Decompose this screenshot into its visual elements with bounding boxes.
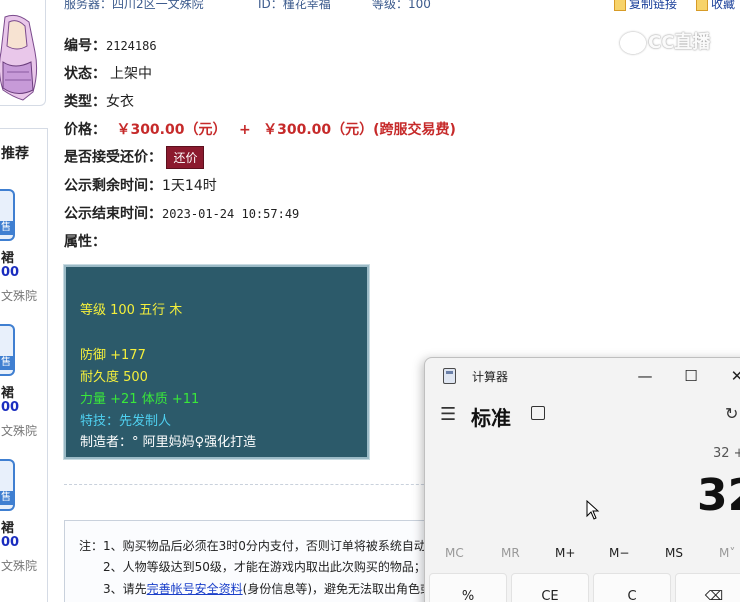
item-id-row: 编号：2124186	[64, 35, 157, 55]
type-value: 女衣	[106, 94, 134, 110]
history-icon[interactable]: ↻	[725, 404, 738, 423]
item-server: 文殊院	[1, 289, 38, 303]
item-avatar	[0, 0, 46, 106]
item-id-value: 2124186	[106, 39, 157, 53]
item-id-label: 编号：	[64, 38, 106, 54]
minimize-button[interactable]: —	[633, 364, 657, 388]
status-label: 状态：	[64, 66, 106, 82]
item-name[interactable]: 裙	[1, 247, 14, 266]
note-line-1: 注：1、购买物品后必须在3时0分内支付，否则订单将被系统自动取	[79, 539, 438, 553]
price-row: 价格： ￥300.00（元） + ￥300.00（元）(跨服交易费)	[64, 119, 456, 139]
memory-list-button[interactable]: M˅	[719, 546, 735, 560]
attr-special-skill: 特技：先发制人	[80, 414, 172, 429]
account-security-link[interactable]: 完善帐号安全资料	[147, 582, 243, 596]
item-thumbnail[interactable]: 售	[0, 459, 15, 511]
copy-link-button[interactable]: 复制链接	[614, 0, 677, 12]
watermark-logo-icon	[620, 32, 646, 54]
favorite-button[interactable]: 收藏	[696, 0, 735, 12]
item-thumbnail[interactable]: 售	[0, 324, 15, 376]
keep-on-top-icon[interactable]	[531, 406, 545, 420]
price-value: ￥300.00（元）	[116, 122, 227, 138]
note-line-2: 2、人物等级达到50级，才能在游戏内取出此次购买的物品；	[103, 560, 426, 574]
item-name[interactable]: 裙	[1, 517, 14, 536]
recommend-item[interactable]: 售 裙 00 文殊院	[0, 324, 47, 454]
item-server: 文殊院	[1, 559, 38, 573]
status-row: 状态： 上架中	[64, 63, 152, 83]
maximize-button[interactable]: ☐	[679, 364, 703, 388]
memory-recall-button[interactable]: MR	[501, 546, 520, 560]
item-thumbnail[interactable]: 售	[0, 189, 15, 241]
calculator-window: 计算器 — ☐ ✕ ☰ 标准 ↻ 32 + 32 MC MR M+ M− MS …	[424, 357, 740, 602]
server-info: 服务器：四川2区一文殊院	[64, 0, 204, 11]
calculator-titlebar[interactable]: 计算器 — ☐ ✕	[425, 358, 740, 394]
memory-add-button[interactable]: M+	[555, 546, 575, 560]
haggle-label: 是否接受还价：	[64, 149, 162, 166]
recommend-panel: 推荐 售 裙 00 文殊院 售 裙 00 文殊院 售 裙 00 文殊院	[0, 128, 48, 602]
recommend-heading: 推荐	[1, 146, 29, 162]
end-time-value: 2023-01-24 10:57:49	[162, 207, 300, 221]
item-price: 00	[1, 400, 20, 415]
calculator-mode: 标准	[471, 406, 511, 430]
attr-level-line: 等级 100 五行 木	[80, 303, 183, 318]
remaining-time-row: 公示剩余时间：1天14时	[64, 175, 217, 195]
note-line-3-suffix: (身份信息等)，避免无法取出角色或	[242, 582, 433, 596]
copy-icon	[614, 0, 626, 11]
end-time-label: 公示结束时间：	[64, 206, 162, 222]
player-id: ID：槿花幸福	[258, 0, 331, 11]
item-name[interactable]: 裙	[1, 382, 14, 401]
note-line-3-prefix: 3、请先	[103, 582, 147, 596]
attributes-row: 属性：	[64, 231, 106, 251]
memory-store-button[interactable]: MS	[665, 546, 683, 560]
item-server: 文殊院	[1, 424, 38, 438]
recommend-item[interactable]: 售 裙 00 文殊院	[0, 189, 47, 319]
watermark-text: CC直播	[648, 32, 711, 53]
type-row: 类型：女衣	[64, 91, 134, 111]
recommend-item[interactable]: 售 裙 00 文殊院	[0, 459, 47, 589]
status-value: 上架中	[110, 66, 152, 82]
memory-subtract-button[interactable]: M−	[609, 546, 629, 560]
price-plus: +	[238, 122, 251, 138]
attr-defense: 防御 +177	[80, 348, 146, 363]
remaining-time-value: 1天14时	[162, 178, 217, 194]
type-label: 类型：	[64, 94, 106, 110]
price-label: 价格：	[64, 122, 106, 138]
haggle-button[interactable]: 还价	[166, 146, 205, 169]
haggle-row: 是否接受还价： 还价	[64, 146, 205, 169]
cross-server-fee: ￥300.00（元）(跨服交易费)	[263, 122, 456, 138]
remaining-time-label: 公示剩余时间：	[64, 178, 162, 194]
attr-strength-constitution: 力量 +21 体质 +11	[80, 392, 200, 407]
item-price: 00	[1, 265, 20, 280]
for-sale-badge: 售	[0, 356, 13, 370]
note-line-3: 3、请先完善帐号安全资料(身份信息等)，避免无法取出角色或	[103, 580, 432, 597]
attr-maker: 制造者：° 阿里妈妈♀强化打造	[80, 435, 257, 450]
for-sale-badge: 售	[0, 491, 13, 505]
favorite-icon	[696, 0, 708, 11]
top-info-bar: 服务器：四川2区一文殊院 ID：槿花幸福 等级：100 复制链接 收藏	[0, 0, 740, 12]
close-button[interactable]: ✕	[725, 364, 740, 388]
divider	[64, 484, 444, 485]
hamburger-menu-icon[interactable]: ☰	[440, 404, 456, 425]
purchase-notes: 注：1、购买物品后必须在3时0分内支付，否则订单将被系统自动取 2、人物等级达到…	[64, 520, 444, 602]
mouse-pointer-icon	[586, 500, 600, 520]
calculator-expression: 32 +	[713, 446, 740, 461]
end-time-row: 公示结束时间：2023-01-24 10:57:49	[64, 203, 299, 223]
clear-entry-key[interactable]: CE	[511, 573, 589, 602]
character-figure-icon	[0, 14, 38, 101]
attr-durability: 耐久度 500	[80, 370, 148, 385]
attributes-label: 属性：	[64, 234, 106, 250]
clear-key[interactable]: C	[593, 573, 671, 602]
stream-watermark: CC直播	[620, 28, 710, 54]
calculator-display: 32	[697, 470, 740, 521]
for-sale-badge: 售	[0, 221, 13, 235]
backspace-key[interactable]: ⌫	[675, 573, 740, 602]
calculator-app-icon	[443, 368, 456, 384]
calculator-title: 计算器	[472, 370, 509, 384]
attributes-box: 等级 100 五行 木 防御 +177 耐久度 500 力量 +21 体质 +1…	[63, 264, 370, 460]
player-level: 等级：100	[372, 0, 431, 11]
item-price: 00	[1, 535, 20, 550]
memory-clear-button[interactable]: MC	[445, 546, 464, 560]
percent-key[interactable]: %	[429, 573, 507, 602]
